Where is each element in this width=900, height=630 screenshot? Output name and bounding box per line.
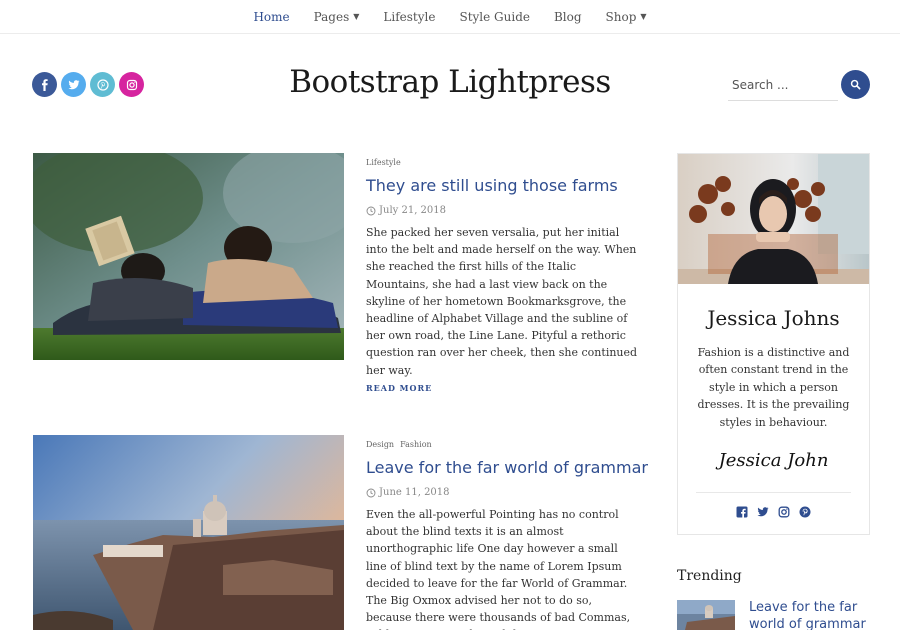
trending-thumbnail[interactable] — [677, 600, 735, 630]
post-date: June 11, 2018 — [366, 487, 450, 498]
caret-down-icon: ▼ — [640, 12, 647, 21]
author-social-links — [678, 506, 869, 518]
site-title-text: Bootstrap Lightpress — [289, 64, 611, 100]
post-date-text: June 11, 2018 — [379, 487, 450, 498]
nav-item-home[interactable]: Home — [241, 10, 301, 24]
post-date-text: July 21, 2018 — [379, 205, 447, 216]
post-image-couple[interactable] — [33, 153, 344, 360]
trending-heading: Trending — [677, 568, 742, 584]
post-image-venice[interactable] — [33, 435, 344, 630]
post-title-link[interactable]: Leave for the far world of grammar — [366, 458, 648, 477]
search-icon — [850, 79, 861, 90]
author-name: Jessica Johns — [707, 306, 840, 330]
nav-item-lifestyle[interactable]: Lifestyle — [371, 10, 447, 24]
nav-item-label: Home — [253, 9, 290, 24]
clock-icon — [366, 206, 376, 215]
nav-item-label: Shop — [605, 9, 637, 24]
nav-item-style-guide[interactable]: Style Guide — [447, 10, 542, 24]
search-input[interactable] — [728, 71, 838, 99]
category-link[interactable]: Lifestyle — [366, 158, 401, 167]
nav-item-label: Pages — [313, 9, 350, 24]
category-link[interactable]: Fashion — [400, 440, 432, 449]
nav-item-label: Style Guide — [459, 9, 530, 24]
post-excerpt: Even the all-powerful Pointing has no co… — [366, 508, 631, 630]
pinterest-icon[interactable] — [799, 506, 811, 518]
nav-item-label: Lifestyle — [383, 9, 436, 24]
nav-item-label: Blog — [553, 9, 582, 24]
trending-post-link[interactable]: Leave for the far world of grammar — [749, 599, 874, 630]
author-photo — [678, 154, 869, 284]
author-signature: Jessica John — [718, 450, 829, 471]
clock-icon — [366, 488, 376, 497]
post-date: July 21, 2018 — [366, 205, 446, 216]
search-box — [728, 71, 838, 101]
post-categories: Design Fashion — [366, 440, 432, 449]
top-navbar: Home Pages ▼ Lifestyle Style Guide Blog S… — [0, 0, 900, 34]
post-title-link[interactable]: They are still using those farms — [366, 176, 618, 195]
nav-item-blog[interactable]: Blog — [542, 10, 594, 24]
nav-item-pages[interactable]: Pages ▼ — [302, 10, 372, 24]
twitter-icon[interactable] — [757, 506, 769, 518]
author-profile-card: Jessica Johns Fashion is a distinctive a… — [677, 153, 870, 535]
author-bio: Fashion is a distinctive and often const… — [697, 346, 850, 429]
caret-down-icon: ▼ — [353, 12, 360, 21]
post-categories: Lifestyle — [366, 158, 401, 167]
category-link[interactable]: Design — [366, 440, 394, 449]
search-button[interactable] — [841, 70, 870, 99]
read-more-link[interactable]: READ MORE — [366, 383, 432, 393]
divider — [696, 492, 851, 493]
nav-item-shop[interactable]: Shop ▼ — [594, 10, 659, 24]
nav-menu: Home Pages ▼ Lifestyle Style Guide Blog S… — [241, 10, 658, 24]
post-excerpt: She packed her seven versalia, put her i… — [366, 226, 638, 377]
facebook-icon[interactable] — [736, 506, 748, 518]
instagram-icon[interactable] — [778, 506, 790, 518]
